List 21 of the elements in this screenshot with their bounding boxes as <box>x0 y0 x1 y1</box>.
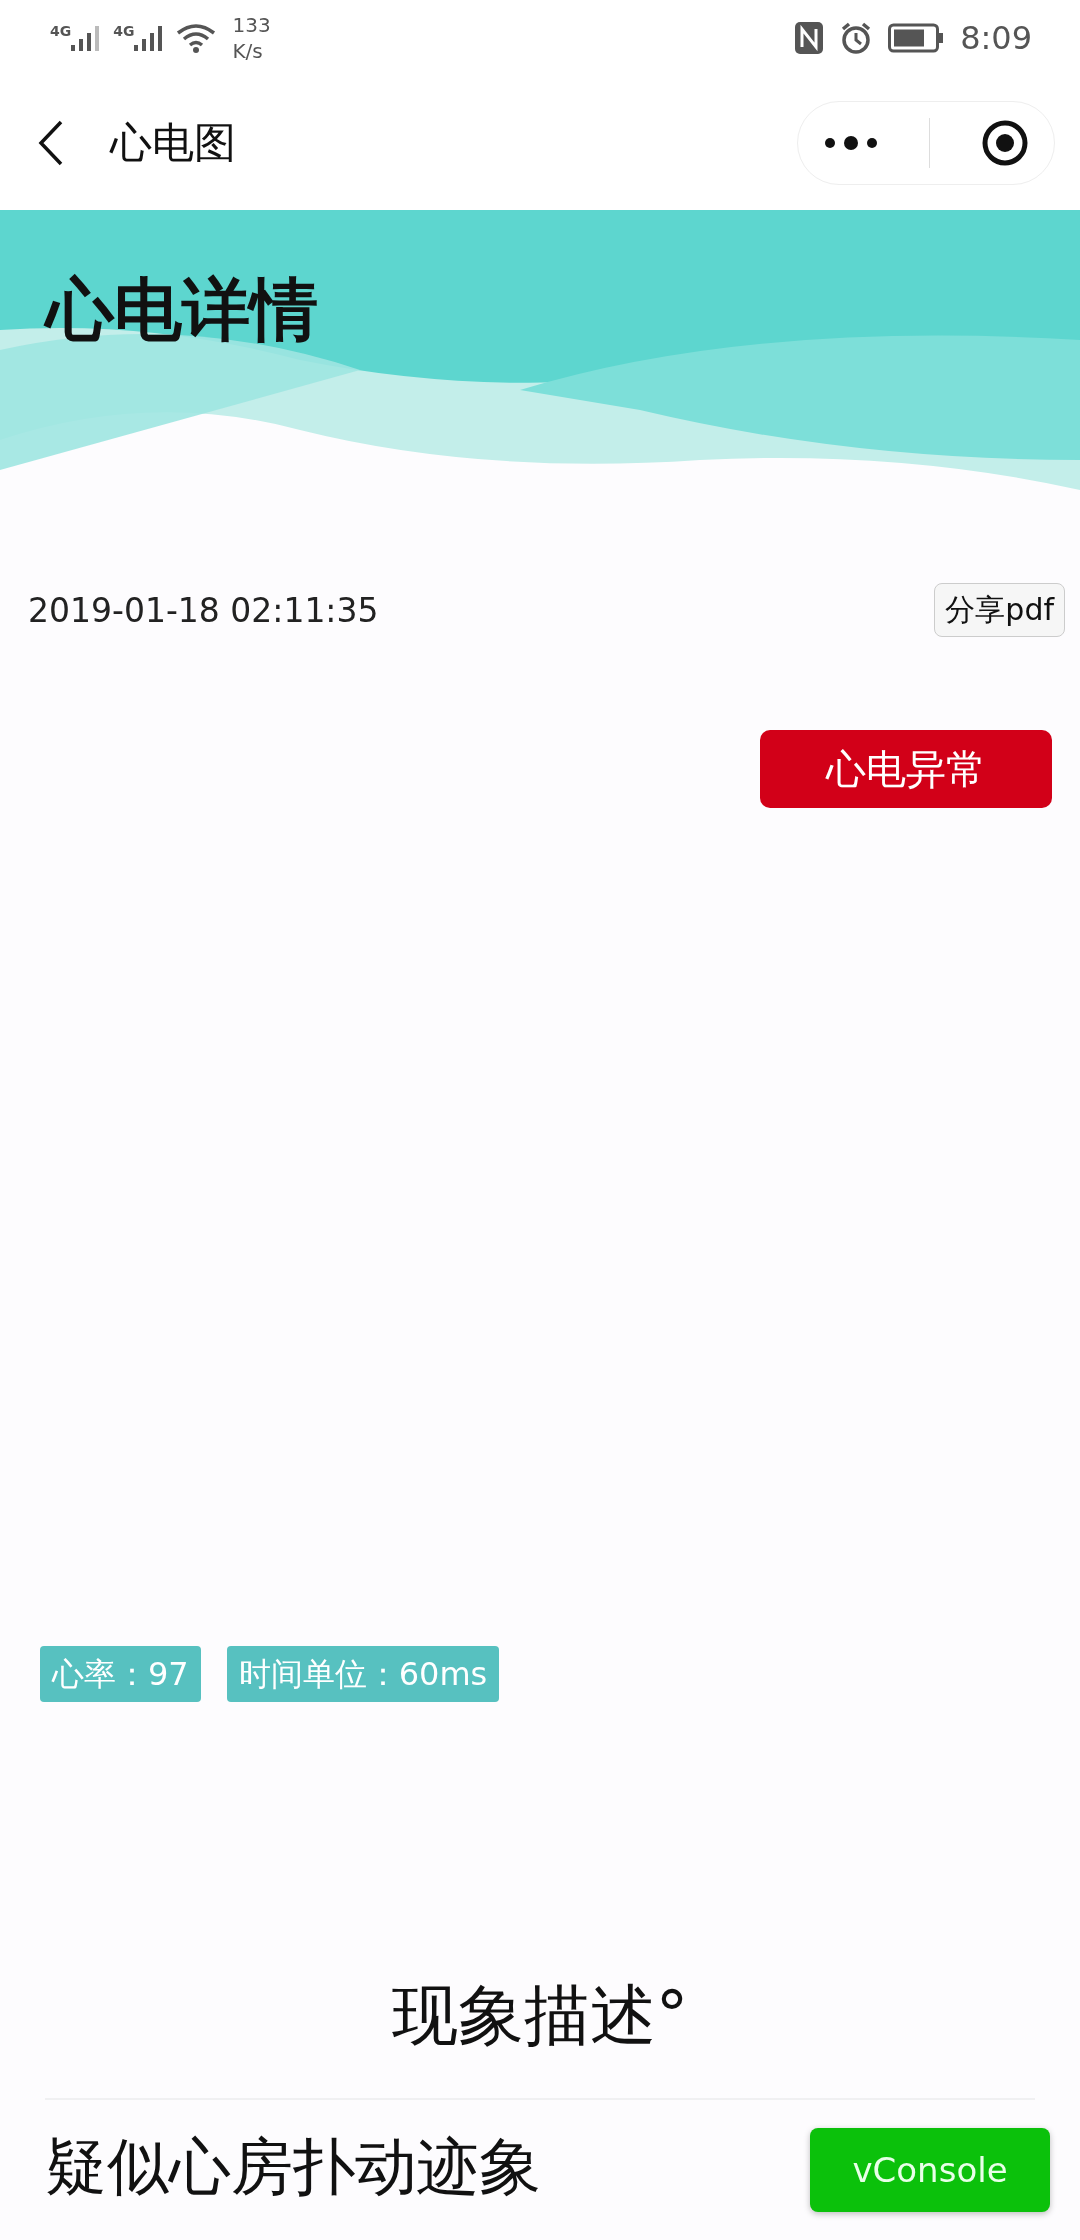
back-icon[interactable] <box>38 119 64 166</box>
network-type-label: 4G <box>50 22 72 39</box>
info-tag: 时间单位：60ms <box>226 1646 500 1702</box>
alarm-icon <box>840 20 873 55</box>
description-text: 疑似心房扑动迹象 <box>44 2129 541 2205</box>
result-badge: 心电异常 <box>760 730 1052 808</box>
share-pdf-button[interactable]: 分享pdf <box>934 583 1065 637</box>
close-icon[interactable] <box>980 118 1029 167</box>
network-speed: 133 <box>232 11 271 38</box>
page-title: 心电图 <box>110 116 236 169</box>
more-icon[interactable] <box>823 135 878 150</box>
wifi-icon <box>176 22 217 53</box>
nfc-icon <box>794 20 825 55</box>
record-datetime: 2019-01-18 02:11:35 <box>28 590 379 630</box>
section-heading: 现象描述° <box>391 1976 689 2056</box>
network-speed-unit: K/s <box>232 37 264 64</box>
network-type-label: 4G <box>113 22 135 39</box>
banner-title: 心电详情 <box>0 210 1080 350</box>
battery-icon <box>888 22 945 53</box>
clock-time: 8:09 <box>960 18 1032 57</box>
info-tag: 心率：97 <box>40 1646 201 1702</box>
